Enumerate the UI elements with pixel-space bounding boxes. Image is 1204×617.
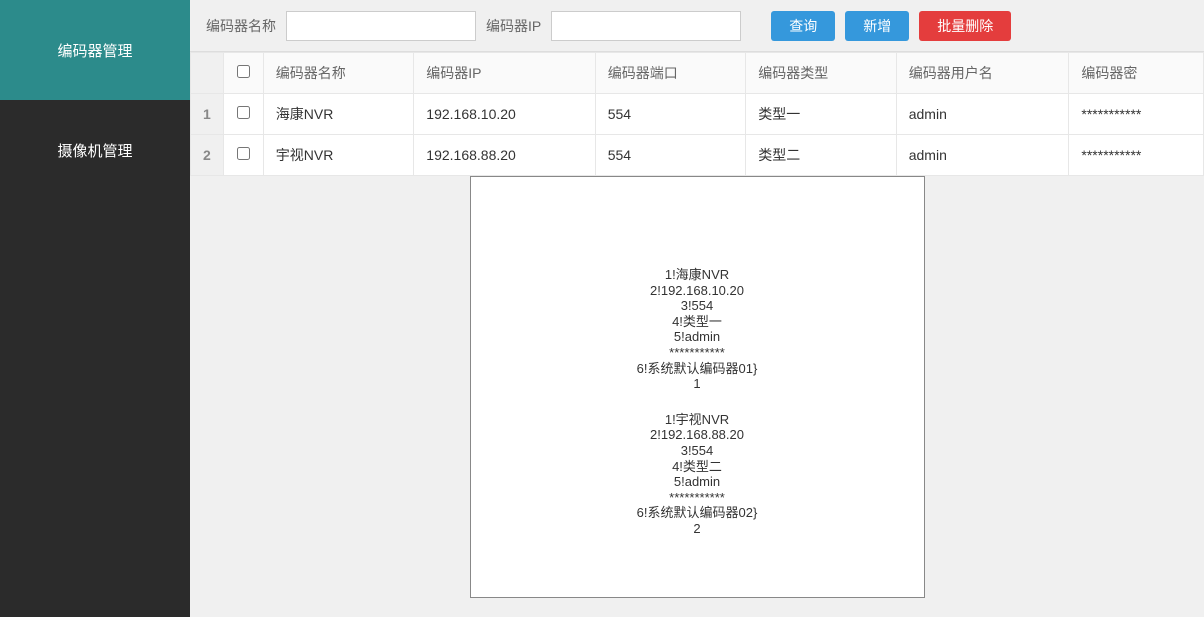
row-checkbox[interactable] (237, 147, 250, 160)
debug-block: 1!海康NVR 2!192.168.10.20 3!554 4!类型一 5!ad… (491, 267, 904, 392)
cell-type: 类型二 (746, 135, 897, 176)
row-checkbox[interactable] (237, 106, 250, 119)
row-num: 1 (191, 94, 224, 135)
debug-line: 2 (491, 521, 904, 537)
add-button[interactable]: 新增 (845, 11, 909, 41)
encoder-ip-input[interactable] (551, 11, 741, 41)
sidebar: 编码器管理 摄像机管理 (0, 0, 190, 617)
cell-ip: 192.168.10.20 (414, 94, 595, 135)
sidebar-item-camera[interactable]: 摄像机管理 (0, 100, 190, 200)
table-container: 编码器名称 编码器IP 编码器端口 编码器类型 编码器用户名 编码器密 1 海康… (190, 52, 1204, 176)
debug-panel: 1!海康NVR 2!192.168.10.20 3!554 4!类型一 5!ad… (470, 176, 925, 598)
select-all-checkbox[interactable] (237, 65, 250, 78)
header-num (191, 53, 224, 94)
cell-user: admin (896, 94, 1069, 135)
cell-pass: *********** (1069, 135, 1204, 176)
batch-delete-button[interactable]: 批量删除 (919, 11, 1011, 41)
sidebar-item-label: 编码器管理 (57, 40, 132, 61)
sidebar-item-label: 摄像机管理 (57, 140, 132, 161)
table-row: 1 海康NVR 192.168.10.20 554 类型一 admin ****… (191, 94, 1204, 135)
name-label: 编码器名称 (206, 16, 276, 36)
debug-line: *********** (491, 345, 904, 361)
row-num: 2 (191, 135, 224, 176)
debug-line: 1 (491, 376, 904, 392)
debug-line: 2!192.168.10.20 (491, 283, 904, 299)
debug-block: 1!宇视NVR 2!192.168.88.20 3!554 4!类型二 5!ad… (491, 412, 904, 537)
cell-port: 554 (595, 135, 746, 176)
cell-pass: *********** (1069, 94, 1204, 135)
header-type: 编码器类型 (746, 53, 897, 94)
debug-line: *********** (491, 490, 904, 506)
query-button[interactable]: 查询 (771, 11, 835, 41)
debug-line: 4!类型一 (491, 314, 904, 330)
cell-user: admin (896, 135, 1069, 176)
debug-line: 2!192.168.88.20 (491, 427, 904, 443)
debug-line: 1!宇视NVR (491, 412, 904, 428)
debug-line: 5!admin (491, 329, 904, 345)
encoder-table: 编码器名称 编码器IP 编码器端口 编码器类型 编码器用户名 编码器密 1 海康… (190, 52, 1204, 176)
header-ip: 编码器IP (414, 53, 595, 94)
cell-type: 类型一 (746, 94, 897, 135)
debug-line: 3!554 (491, 298, 904, 314)
debug-line: 3!554 (491, 443, 904, 459)
ip-label: 编码器IP (486, 16, 541, 36)
debug-line: 5!admin (491, 474, 904, 490)
main-content: 编码器名称 编码器IP 查询 新增 批量删除 编码器名称 编码器IP (190, 0, 1204, 617)
cell-name: 宇视NVR (263, 135, 414, 176)
cell-ip: 192.168.88.20 (414, 135, 595, 176)
cell-port: 554 (595, 94, 746, 135)
sidebar-item-encoder[interactable]: 编码器管理 (0, 0, 190, 100)
header-name: 编码器名称 (263, 53, 414, 94)
header-user: 编码器用户名 (896, 53, 1069, 94)
debug-line: 4!类型二 (491, 459, 904, 475)
encoder-name-input[interactable] (286, 11, 476, 41)
header-port: 编码器端口 (595, 53, 746, 94)
debug-line: 1!海康NVR (491, 267, 904, 283)
cell-name: 海康NVR (263, 94, 414, 135)
header-check (223, 53, 263, 94)
table-row: 2 宇视NVR 192.168.88.20 554 类型二 admin ****… (191, 135, 1204, 176)
debug-line: 6!系统默认编码器02} (491, 505, 904, 521)
header-pass: 编码器密 (1069, 53, 1204, 94)
debug-line: 6!系统默认编码器01} (491, 361, 904, 377)
toolbar: 编码器名称 编码器IP 查询 新增 批量删除 (190, 0, 1204, 52)
